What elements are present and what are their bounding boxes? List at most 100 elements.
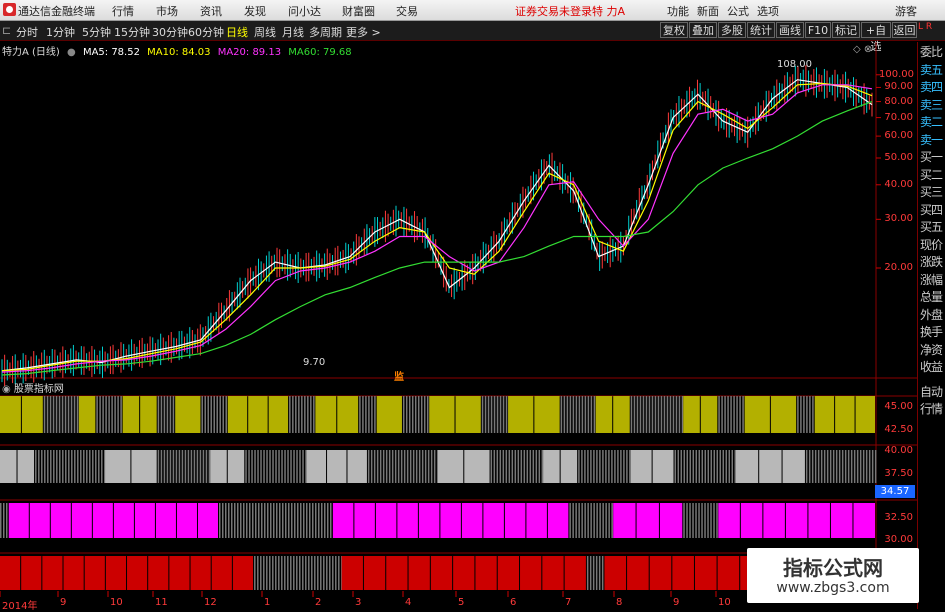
side-item[interactable]: 买五	[920, 220, 945, 235]
band-stripe	[166, 450, 169, 483]
band-stripe	[593, 503, 595, 538]
band-stripe	[216, 396, 218, 433]
watermark-url: www.zbgs3.com	[776, 580, 890, 596]
side-item[interactable]: 涨跌	[920, 255, 945, 270]
band-stripe	[58, 396, 61, 433]
band-stripe	[284, 556, 286, 590]
band-stripe	[67, 396, 70, 433]
band-stripe	[210, 396, 212, 433]
band-stripe	[698, 503, 700, 538]
band-stripe	[108, 396, 110, 433]
price-chart[interactable]	[0, 0, 917, 609]
band-stripe	[663, 396, 666, 433]
band-stripe	[414, 396, 417, 433]
band-stripe	[868, 450, 871, 483]
band-stripe	[584, 503, 586, 538]
band-stripe	[367, 450, 370, 483]
side-item[interactable]: 买一	[920, 150, 945, 165]
band-stripe	[263, 450, 265, 483]
band-block	[134, 503, 155, 538]
side-item[interactable]: 收益	[920, 360, 945, 375]
band-block	[122, 396, 140, 433]
band-block	[483, 503, 504, 538]
side-item[interactable]: 净资	[920, 343, 945, 358]
band-stripe	[391, 450, 394, 483]
side-item[interactable]: 卖四	[920, 80, 945, 95]
band-stripe	[417, 396, 420, 433]
x-tick-label: 2	[315, 597, 322, 608]
band-stripe	[689, 503, 691, 538]
band-stripe	[707, 450, 710, 483]
band-stripe	[511, 450, 514, 483]
band-stripe	[64, 396, 67, 433]
band-stripe	[611, 450, 613, 483]
band-stripe	[716, 503, 718, 538]
band-stripe	[499, 450, 502, 483]
band-stripe	[290, 450, 292, 483]
side-item[interactable]: 卖五	[920, 63, 945, 78]
side-item[interactable]: 涨幅	[920, 273, 945, 288]
band-stripe	[243, 503, 245, 538]
side-item[interactable]: 现价	[920, 238, 945, 253]
band-stripe	[496, 396, 499, 433]
band-block	[210, 450, 227, 483]
x-tick-label: 12	[204, 597, 217, 608]
band-stripe	[578, 396, 581, 433]
band-stripe	[730, 396, 732, 433]
side-item[interactable]: 买四	[920, 203, 945, 218]
band-stripe	[701, 450, 704, 483]
band-stripe	[382, 450, 385, 483]
band-stripe	[284, 450, 286, 483]
band-stripe	[826, 450, 829, 483]
band-stripe	[362, 396, 364, 433]
side-item[interactable]: 委比	[920, 45, 945, 60]
band-stripe	[269, 556, 271, 590]
band-block	[8, 503, 29, 538]
band-stripe	[379, 450, 382, 483]
side-item[interactable]: 换手	[920, 325, 945, 340]
band-stripe	[575, 396, 578, 433]
band-stripe	[581, 450, 583, 483]
chart-control-icons[interactable]: ◇ ⊗	[853, 44, 872, 55]
band-stripe	[704, 503, 706, 538]
side-item[interactable]: 卖三	[920, 98, 945, 113]
band-stripe	[686, 503, 688, 538]
band-stripe	[89, 450, 91, 483]
side-item[interactable]: 卖一	[920, 133, 945, 148]
side-bottom-item[interactable]: 自动	[920, 385, 945, 400]
x-tick-label: 1	[264, 597, 271, 608]
band-stripe	[327, 503, 329, 538]
side-item[interactable]: 卖二	[920, 115, 945, 130]
side-item[interactable]: 买三	[920, 185, 945, 200]
band-stripe	[493, 396, 496, 433]
band-stripe	[532, 450, 535, 483]
band-stripe	[273, 503, 275, 538]
band-stripe	[287, 450, 289, 483]
band-stripe	[590, 450, 592, 483]
band-block	[560, 450, 578, 483]
band-stripe	[526, 450, 529, 483]
band-stripe	[560, 396, 563, 433]
indicator-icon[interactable]: ◉	[2, 384, 11, 395]
band-stripe	[301, 396, 303, 433]
side-item[interactable]: 买二	[920, 168, 945, 183]
band-block	[475, 556, 497, 590]
side-bottom-item[interactable]: 行情	[920, 402, 945, 417]
band-block	[315, 396, 337, 433]
band-stripe	[368, 396, 370, 433]
band-stripe	[77, 450, 79, 483]
band-stripe	[517, 450, 520, 483]
band-stripe	[505, 396, 508, 433]
band-stripe	[332, 556, 334, 590]
side-item[interactable]: 外盘	[920, 308, 945, 323]
band-block	[397, 503, 418, 538]
band-stripe	[304, 396, 306, 433]
event-marker[interactable]: 监	[394, 368, 404, 383]
band-stripe	[231, 503, 233, 538]
band-stripe	[260, 450, 262, 483]
band-stripe	[96, 396, 98, 433]
band-stripe	[281, 450, 283, 483]
side-item[interactable]: 总量	[920, 290, 945, 305]
band-stripe	[587, 396, 590, 433]
band-stripe	[371, 396, 373, 433]
